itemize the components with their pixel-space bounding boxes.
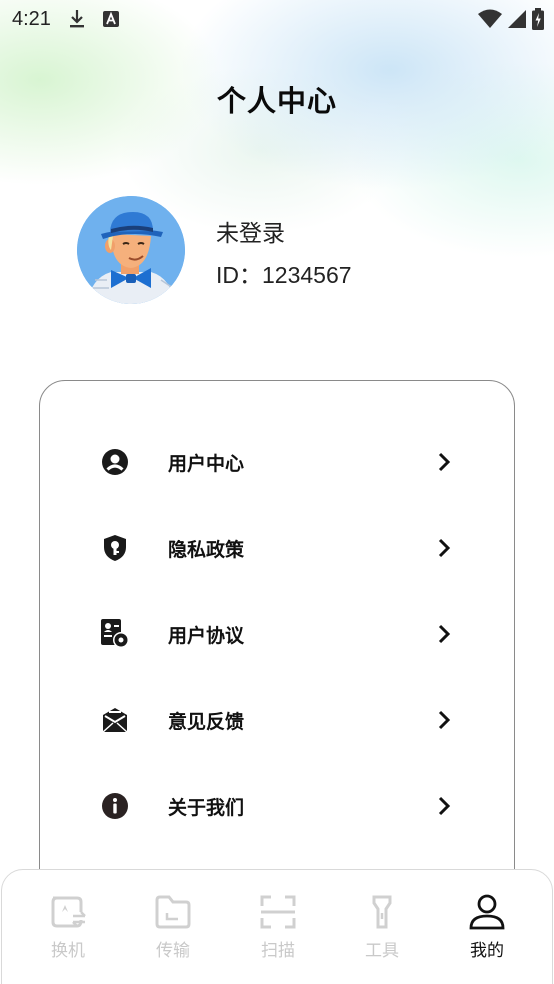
folder-transfer-icon	[133, 894, 213, 930]
menu-item-privacy-policy[interactable]: 隐私政策	[40, 518, 516, 578]
tab-label: 工具	[365, 941, 399, 961]
signal-icon	[508, 9, 526, 33]
agreement-gear-icon	[100, 619, 130, 649]
info-icon	[100, 791, 130, 821]
person-icon	[447, 894, 527, 930]
tab-transfer[interactable]: 传输	[133, 894, 213, 974]
scan-icon	[238, 894, 318, 930]
battery-icon	[532, 8, 544, 34]
download-icon	[69, 9, 85, 29]
text-a-icon	[102, 11, 119, 27]
avatar[interactable]	[77, 196, 185, 304]
menu-item-label: 关于我们	[168, 796, 245, 819]
menu-item-label: 用户中心	[168, 452, 245, 475]
menu-item-label: 用户协议	[168, 624, 245, 647]
phone-switch-icon	[28, 894, 108, 930]
tab-label: 换机	[51, 941, 85, 961]
tab-label: 扫描	[261, 941, 295, 961]
user-circle-icon	[100, 447, 130, 477]
chevron-right-icon	[436, 709, 452, 731]
mail-edit-icon	[100, 705, 130, 735]
chevron-right-icon	[436, 795, 452, 817]
menu-item-user-agreement[interactable]: 用户协议	[40, 604, 516, 664]
tab-tools[interactable]: 工具	[342, 894, 422, 974]
menu-item-feedback[interactable]: 意见反馈	[40, 690, 516, 750]
tab-label: 传输	[156, 941, 190, 961]
tab-mine[interactable]: 我的	[447, 894, 527, 974]
chevron-right-icon	[436, 537, 452, 559]
tab-switch-phone[interactable]: 换机	[28, 894, 108, 974]
chevron-right-icon	[436, 451, 452, 473]
shield-key-icon	[100, 533, 130, 563]
page-title: 个人中心	[216, 84, 337, 118]
menu-card: 用户中心 隐私政策 用户协议 意见反馈 关于我们	[39, 380, 515, 900]
menu-item-label: 隐私政策	[168, 538, 245, 561]
status-time: 4:21	[12, 7, 51, 30]
menu-item-label: 意见反馈	[168, 710, 245, 733]
tab-label: 我的	[470, 941, 504, 961]
menu-item-about-us[interactable]: 关于我们	[40, 776, 516, 836]
wifi-icon	[478, 9, 502, 33]
chevron-right-icon	[436, 623, 452, 645]
flashlight-icon	[342, 894, 422, 930]
tab-scan[interactable]: 扫描	[238, 894, 318, 974]
menu-item-user-center[interactable]: 用户中心	[40, 432, 516, 492]
status-bar: 4:21	[0, 0, 554, 38]
profile-name: 未登录	[216, 221, 285, 247]
profile-id: ID：1234567	[216, 262, 352, 288]
bottom-tab-bar: 换机 传输 扫描 工具 我的	[1, 869, 553, 984]
